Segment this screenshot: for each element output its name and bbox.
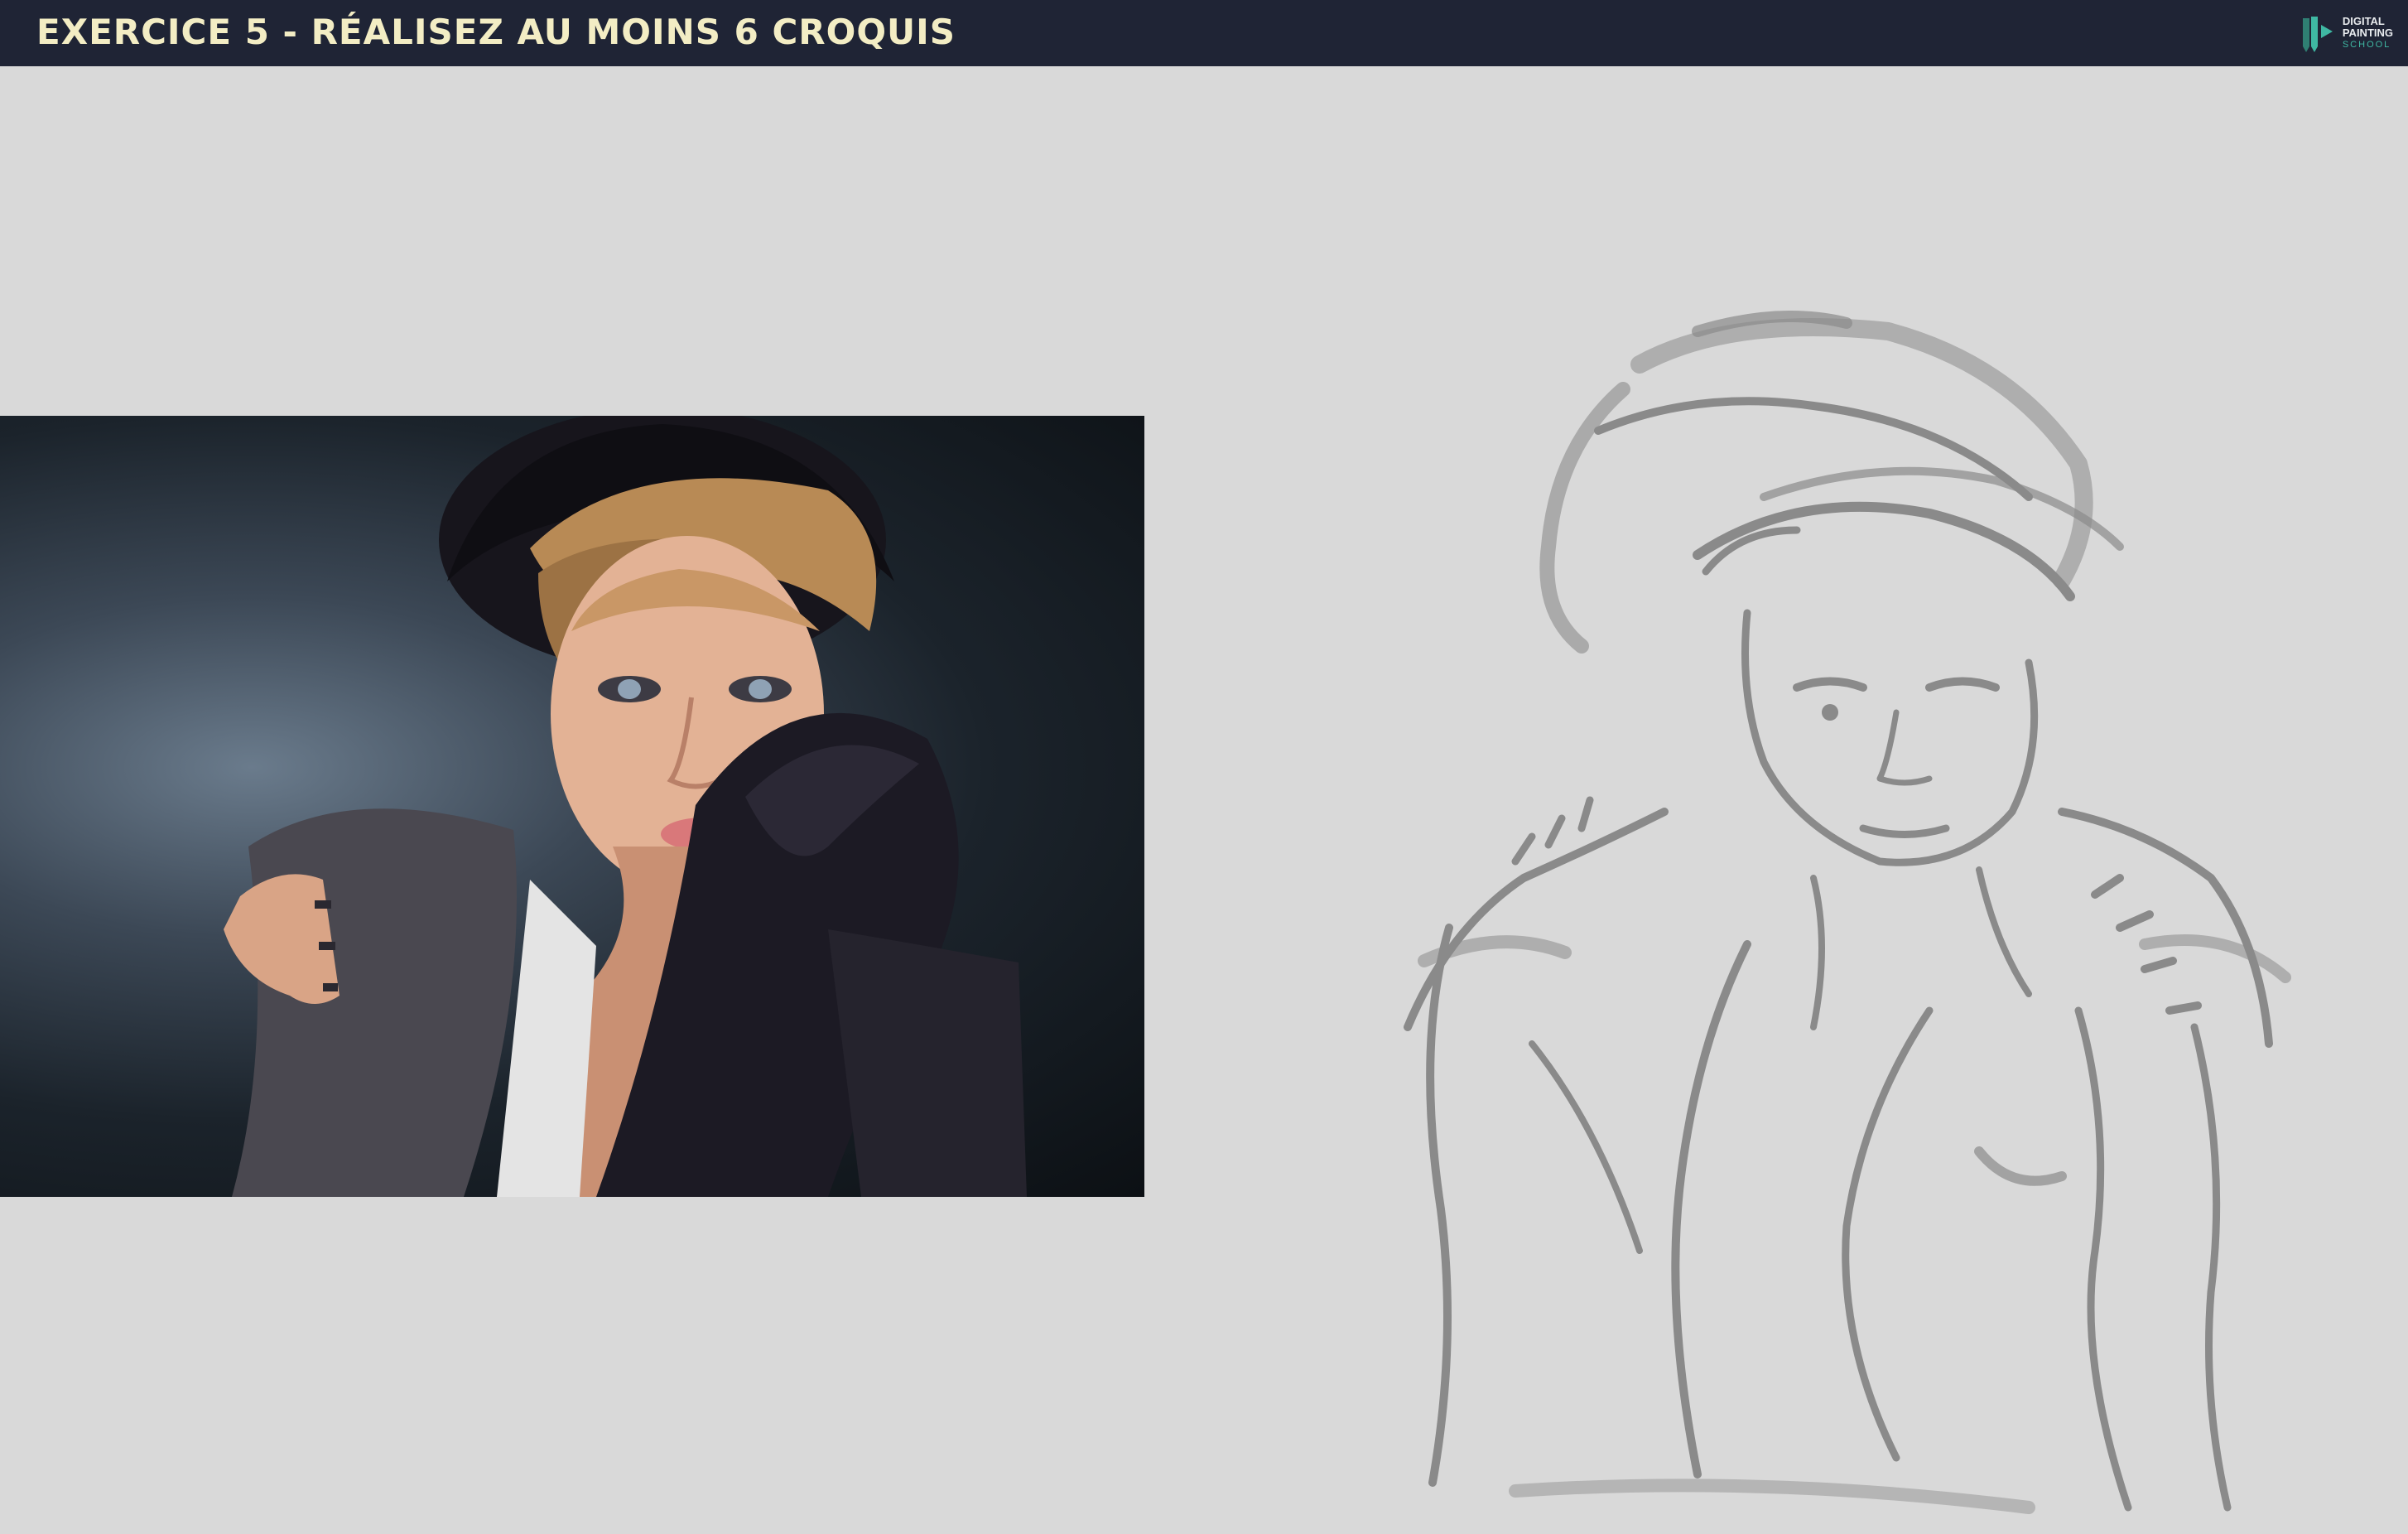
pencil-play-logo-icon xyxy=(2302,17,2333,52)
brand-logo: DIGITAL PAINTING SCHOOL xyxy=(2300,12,2393,55)
exercise-title: EXERCICE 5 - RÉALISEZ AU MOINS 6 CROQUIS xyxy=(36,12,956,52)
logo-line-3: SCHOOL xyxy=(2342,40,2391,50)
reference-photo xyxy=(0,416,1144,1197)
logo-line-1: DIGITAL xyxy=(2342,15,2385,27)
header-bar: EXERCICE 5 - RÉALISEZ AU MOINS 6 CROQUIS… xyxy=(0,0,2408,66)
gesture-sketch xyxy=(1350,298,2327,1530)
logo-line-2: PAINTING xyxy=(2342,27,2393,39)
reference-photo-illustration xyxy=(224,416,1027,1197)
gesture-sketch-drawing xyxy=(1404,311,2291,1514)
logo-wordmark: DIGITAL PAINTING SCHOOL xyxy=(2343,16,2393,51)
